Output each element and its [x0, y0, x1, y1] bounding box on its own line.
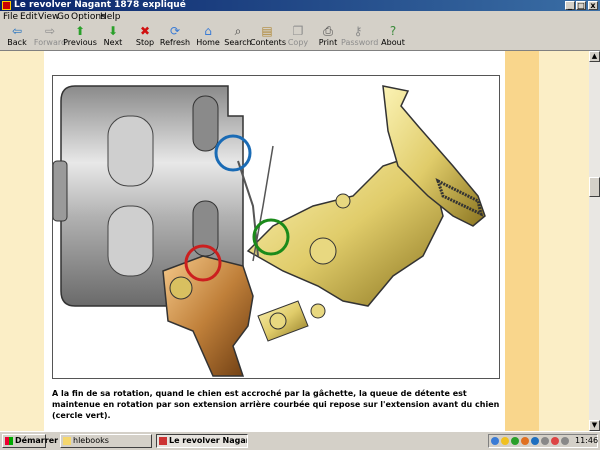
toolbar-button-label: Previous [63, 38, 97, 47]
toolbar-about-button[interactable]: ? About [376, 24, 410, 49]
toolbar-previous-button[interactable]: ⬆ Previous [63, 24, 97, 49]
taskbar-button-label: Le revolver Nagant 18... [169, 436, 247, 445]
clock[interactable]: 11:46 [575, 435, 598, 447]
toolbar-button-label: Password [341, 38, 379, 47]
revolver-mechanism-drawing [52, 85, 486, 377]
title-bar[interactable]: Le revolver Nagant 1878 expliqué _ □ x [0, 0, 600, 11]
toolbar-next-button[interactable]: ⬇ Next [96, 24, 130, 49]
toolbar-stop-button[interactable]: ✖ Stop [128, 24, 162, 49]
revolver-illustration [52, 75, 500, 379]
copy-icon: ❐ [292, 24, 304, 38]
toolbar-forward-button[interactable]: ⇨ Forward [33, 24, 67, 49]
stop-icon: ✖ [139, 24, 151, 38]
tray-icon[interactable] [541, 437, 549, 445]
taskbar: Démarrer hlebooks Le revolver Nagant 18.… [0, 431, 600, 450]
menu-edit[interactable]: Edit [20, 11, 37, 23]
window-title: Le revolver Nagant 1878 expliqué [14, 0, 186, 10]
toolbar-home-button[interactable]: ⌂ Home [191, 24, 225, 49]
screw-shape [310, 303, 326, 319]
scroll-up-button[interactable]: ▲ [589, 51, 600, 62]
toolbar-button-label: Refresh [159, 38, 191, 47]
page: A la fin de sa rotation, quand le chien … [44, 51, 505, 431]
left-margin [0, 51, 44, 431]
arrow-up-icon: ⬆ [74, 24, 86, 38]
volume-icon[interactable] [561, 437, 569, 445]
toolbar-print-button[interactable]: ⎙ Print [311, 24, 345, 49]
trigger-shape [162, 255, 254, 377]
network-icon[interactable] [491, 437, 499, 445]
toolbar-refresh-button[interactable]: ⟳ Refresh [158, 24, 192, 49]
screw-shape [335, 193, 351, 209]
arrow-down-icon: ⬇ [107, 24, 119, 38]
toolbar-button-label: Contents [250, 38, 286, 47]
close-button[interactable]: x [588, 1, 598, 10]
right-margin-band [505, 51, 539, 431]
arrow-left-icon: ⇦ [11, 24, 23, 38]
menu-help[interactable]: Help [100, 11, 121, 23]
contents-icon: ▤ [261, 24, 273, 38]
windows-logo-icon [5, 437, 13, 445]
maximize-button[interactable]: □ [576, 1, 586, 10]
toolbar-button-label: Print [318, 38, 338, 47]
start-button[interactable]: Démarrer [2, 434, 58, 448]
toolbar-button-label: Copy [287, 38, 309, 47]
flute-shape [107, 115, 154, 187]
caption-text: A la fin de sa rotation, quand le chien … [52, 389, 500, 420]
lever-pin-shape [269, 312, 287, 330]
scroll-down-button[interactable]: ▼ [589, 420, 600, 431]
minimize-button[interactable]: _ [565, 1, 575, 10]
book-icon [159, 437, 167, 445]
toolbar-copy-button[interactable]: ❐ Copy [281, 24, 315, 49]
toolbar-button-label: Home [196, 38, 220, 47]
trigger-pin-shape [169, 276, 193, 300]
toolbar-password-button[interactable]: ⚷ Password [341, 24, 379, 49]
toolbar-contents-button[interactable]: ▤ Contents [250, 24, 286, 49]
refresh-icon: ⟳ [169, 24, 181, 38]
start-label: Démarrer [15, 436, 59, 445]
home-icon: ⌂ [204, 24, 212, 38]
chamber-shape [192, 95, 219, 152]
menu-file[interactable]: File [3, 11, 18, 23]
app-icon [2, 1, 11, 10]
toolbar-button-label: Back [7, 38, 27, 47]
print-icon: ⎙ [323, 24, 333, 38]
toolbar-button-label: Next [103, 38, 123, 47]
key-icon: ⚷ [353, 24, 363, 38]
taskbar-button-label: hlebooks [73, 436, 109, 445]
arrow-right-icon: ⇨ [44, 24, 56, 38]
cylinder-axis-shape [52, 160, 68, 222]
tray-icon[interactable] [501, 437, 509, 445]
menu-bar: File Edit View Go Options Help [0, 11, 600, 23]
tray-icon[interactable] [521, 437, 529, 445]
content-area[interactable]: A la fin de sa rotation, quand le chien … [0, 51, 589, 431]
toolbar: ⇦ Back ⇨ Forward ⬆ Previous ⬇ Next ✖ Stop ⟳ Refresh… [0, 23, 600, 51]
toolbar-back-button[interactable]: ⇦ Back [0, 24, 34, 49]
toolbar-button-label: Forward [33, 38, 67, 47]
tray-icon[interactable] [531, 437, 539, 445]
tray-icon[interactable] [551, 437, 559, 445]
tray-icon[interactable] [511, 437, 519, 445]
hammer-pivot-shape [309, 237, 337, 265]
folder-icon [63, 437, 71, 445]
about-icon: ? [389, 24, 397, 38]
flute-shape [107, 205, 154, 277]
system-tray: 11:46 [488, 434, 598, 448]
vertical-scrollbar[interactable]: ▲ ▼ [589, 51, 600, 431]
toolbar-button-label: Stop [135, 38, 155, 47]
taskbar-button-hlebooks[interactable]: hlebooks [60, 434, 152, 448]
menu-go[interactable]: Go [57, 11, 69, 23]
scroll-thumb[interactable] [589, 177, 600, 197]
toolbar-button-label: About [381, 38, 405, 47]
taskbar-button-revolver[interactable]: Le revolver Nagant 18... [156, 434, 248, 448]
